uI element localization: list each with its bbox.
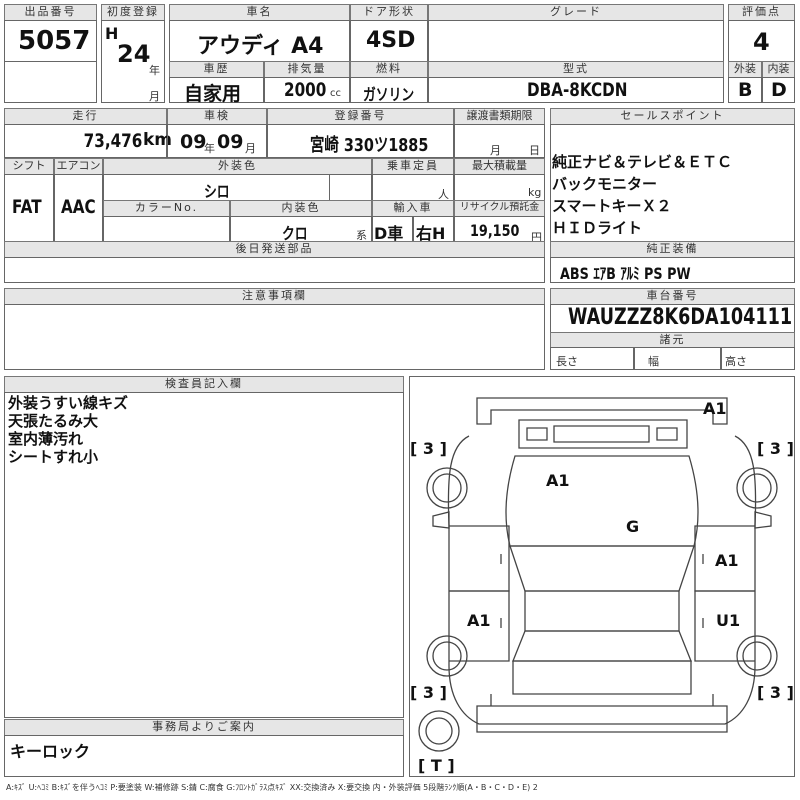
lot-no-label: 出品番号 <box>4 4 97 21</box>
spec-label: 諸元 <box>550 332 795 348</box>
displacement: 2000 <box>284 79 327 101</box>
mileage: 73,476 <box>83 130 142 152</box>
history-label: 車歴 <box>169 61 264 78</box>
car-name-label: 車名 <box>169 4 350 21</box>
tire-rl: [ 3 ] <box>410 683 447 702</box>
sales-point-item: バックモニター <box>552 175 658 193</box>
score: 4 <box>753 28 770 56</box>
mileage-label: 走行 <box>4 108 167 125</box>
height-label: 高さ <box>725 355 747 368</box>
chassis-label: 車台番号 <box>550 288 795 305</box>
sales-point-list: 純正ナビ＆テレビ＆ＥＴＣ バックモニター スマートキーＸ２ ＨＩＤライト <box>552 151 732 239</box>
inspector-item: シートすれ小 <box>8 448 99 466</box>
color: シロ <box>204 182 230 201</box>
legend: A:ｷｽﾞ U:ﾍｺﾐ B:ｷｽﾞを伴うﾍｺﾐ P:要塗装 W:補修跡 S:錆 … <box>6 783 538 792</box>
damage-mark-right-rear-door: U1 <box>716 611 741 630</box>
tire-fl: [ 3 ] <box>410 439 447 458</box>
transfer-day-unit: 日 <box>529 144 540 157</box>
transfer-month-unit: 月 <box>490 144 501 157</box>
inspector-item: 天張たるみ大 <box>8 412 99 430</box>
sales-point-item: 純正ナビ＆テレビ＆ＥＴＣ <box>552 153 733 171</box>
grade-label: グレード <box>428 4 724 21</box>
plate: 宮崎 330ツ1885 <box>310 135 429 156</box>
recycle-label: リサイクル預託金 <box>454 200 545 217</box>
insp-month-unit: 月 <box>245 142 256 155</box>
damage-mark-left-rear-door: A1 <box>467 611 491 630</box>
sales-points-label: セールスポイント <box>550 108 795 125</box>
car-diagram <box>418 397 778 752</box>
sales-point-item: スマートキーＸ２ <box>552 197 672 215</box>
chassis-number: WAUZZZ8K6DA104111 <box>568 305 793 330</box>
ac: AAC <box>61 196 96 218</box>
color-no-label: カラーNo. <box>103 200 230 217</box>
damage-mark-bumper-front: A1 <box>703 399 727 418</box>
equipment-label: 純正装備 <box>550 241 795 258</box>
later-parts-box <box>4 257 545 283</box>
history: 自家用 <box>184 83 242 105</box>
load-unit: kg <box>528 186 542 199</box>
int-grade: D <box>771 79 787 101</box>
recycle: 19,150 <box>470 221 520 240</box>
int-grade-label: 内装 <box>762 61 795 78</box>
width-label: 幅 <box>648 355 659 368</box>
spare-tire: [ T ] <box>418 756 455 775</box>
int-color-label: 内装色 <box>230 200 372 217</box>
damage-mark-windshield: G <box>626 517 640 536</box>
model-label: 型式 <box>428 61 724 78</box>
model: DBA-8KCDN <box>527 79 628 101</box>
year-unit: 年 <box>149 64 160 77</box>
fuel: ガソリン <box>363 85 415 104</box>
notes-label: 注意事項欄 <box>4 288 545 305</box>
fuel-label: 燃料 <box>350 61 428 78</box>
import-label: 輸入車 <box>372 200 454 217</box>
first-reg-label: 初度登録 <box>101 4 165 21</box>
score-label: 評価点 <box>728 4 795 21</box>
notes-box <box>4 304 545 370</box>
lot-no-blank <box>4 61 97 103</box>
door-label: ドア形状 <box>350 4 428 21</box>
shift: FAT <box>12 196 42 218</box>
shift-label: シフト <box>4 158 54 175</box>
displacement-label: 排気量 <box>264 61 350 78</box>
car-name: アウディ A4 <box>197 34 324 59</box>
damage-mark-right-front-door: A1 <box>715 551 739 570</box>
equipment: ABS ｴｱB ｱﾙﾐ PS PW <box>560 264 691 283</box>
length-label: 長さ <box>556 355 578 368</box>
office-note: キーロック <box>10 742 91 761</box>
transfer-label: 譲渡書類期限 <box>454 108 545 125</box>
later-parts-label: 後日発送部品 <box>4 241 545 258</box>
inspector-item: 室内薄汚れ <box>8 430 84 448</box>
office-label: 事務局よりご案内 <box>4 719 404 736</box>
ac-label: エアコン <box>54 158 103 175</box>
inspection-label: 車検 <box>167 108 267 125</box>
damage-mark-hood: A1 <box>546 471 570 490</box>
tire-rr: [ 3 ] <box>757 683 794 702</box>
door-type: 4SD <box>366 28 416 53</box>
color-box-aux <box>329 174 372 201</box>
tire-fr: [ 3 ] <box>757 439 794 458</box>
insp-year: 09 <box>180 131 207 153</box>
ext-grade: B <box>738 79 753 101</box>
ext-grade-label: 外装 <box>728 61 762 78</box>
inspector-label: 検査員記入欄 <box>4 376 404 393</box>
color-label: 外装色 <box>103 158 372 175</box>
insp-month: 09 <box>217 131 244 153</box>
insp-year-unit: 年 <box>204 142 215 155</box>
month-unit: 月 <box>149 90 160 103</box>
capacity-label: 乗車定員 <box>372 158 454 175</box>
lot-no: 5057 <box>18 26 91 56</box>
color-no-box <box>103 216 230 242</box>
load-label: 最大積載量 <box>454 158 545 175</box>
displacement-unit: cc <box>330 88 341 99</box>
plate-label: 登録番号 <box>267 108 454 125</box>
reg-year: 24 <box>117 40 151 68</box>
inspector-list: 外装うすい線キズ 天張たるみ大 室内薄汚れ シートすれ小 <box>8 394 128 466</box>
grade-box <box>428 20 724 62</box>
inspector-item: 外装うすい線キズ <box>8 394 129 412</box>
sales-point-item: ＨＩＤライト <box>552 219 643 237</box>
